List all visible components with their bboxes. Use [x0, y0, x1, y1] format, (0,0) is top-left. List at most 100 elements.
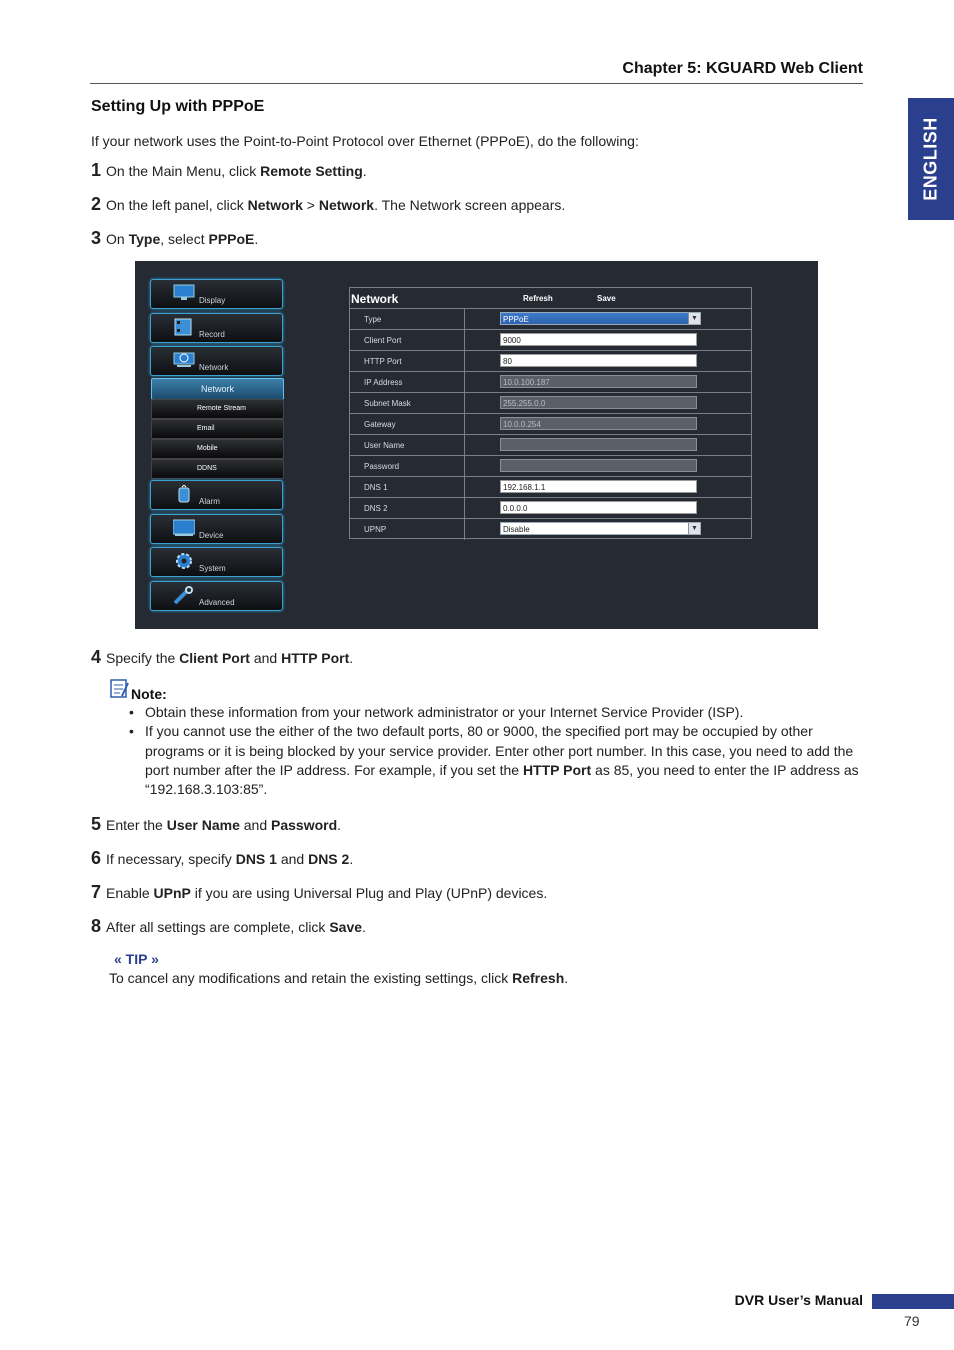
- submenu-email[interactable]: Email: [151, 419, 284, 439]
- upnp-label: UPNP: [364, 525, 387, 534]
- film-icon: [174, 318, 192, 336]
- gateway-input[interactable]: 10.0.0.254: [500, 417, 697, 430]
- step-bold: Type: [128, 231, 161, 247]
- submenu-remote-stream[interactable]: Remote Stream: [151, 399, 284, 419]
- http-port-input[interactable]: 80: [500, 354, 697, 367]
- step-text: and: [239, 817, 272, 833]
- step-4: 4 Specify the Client Port and HTTP Port.: [91, 647, 353, 668]
- row-type: Type PPPoE ▼: [350, 309, 751, 330]
- menu-alarm-button[interactable]: Alarm: [150, 480, 283, 510]
- submenu-network-label: Network: [200, 384, 234, 394]
- step-number: 1: [91, 160, 102, 180]
- menu-advanced-button[interactable]: Advanced: [150, 581, 283, 611]
- step-number: 6: [91, 848, 102, 868]
- save-button[interactable]: Save: [597, 294, 616, 303]
- step-text: .: [349, 650, 354, 666]
- menu-record-button[interactable]: Record: [150, 313, 283, 343]
- monitor-icon: [173, 284, 195, 300]
- step-text: and: [276, 851, 309, 867]
- intro-text: If your network uses the Point-to-Point …: [91, 133, 639, 149]
- step-number: 7: [91, 882, 102, 902]
- dns2-label: DNS 2: [364, 504, 388, 513]
- step-text: . The Network screen appears.: [374, 197, 566, 213]
- row-dns1: DNS 1 192.168.1.1: [350, 477, 751, 498]
- subnet-mask-input[interactable]: 255.255.0.0: [500, 396, 697, 409]
- step-1: 1 On the Main Menu, click Remote Setting.: [91, 160, 367, 181]
- step-text: >: [302, 197, 319, 213]
- submenu-ddns[interactable]: DDNS: [151, 459, 284, 479]
- row-user-name: User Name: [350, 435, 751, 456]
- step-text: On the left panel, click: [106, 197, 248, 213]
- row-http-port: HTTP Port 80: [350, 351, 751, 372]
- refresh-button[interactable]: Refresh: [523, 294, 553, 303]
- device-icon: [173, 519, 195, 536]
- row-subnet-mask: Subnet Mask 255.255.0.0: [350, 393, 751, 414]
- submenu-network[interactable]: Network: [151, 378, 284, 400]
- row-upnp: UPNP Disable ▼: [350, 519, 751, 540]
- section-title: Setting Up with PPPoE: [91, 98, 265, 115]
- step-bold: Client Port: [179, 650, 250, 666]
- note-item: Obtain these information from your netwo…: [127, 703, 862, 723]
- row-ip-address: IP Address 10.0.100.187: [350, 372, 751, 393]
- header-divider: [90, 83, 863, 84]
- chevron-down-icon[interactable]: ▼: [688, 313, 700, 324]
- menu-advanced-label: Advanced: [199, 598, 235, 607]
- submenu-remote-stream-label: Remote Stream: [197, 405, 247, 412]
- menu-system-button[interactable]: System: [150, 547, 283, 577]
- step-bold: HTTP Port: [281, 650, 350, 666]
- step-number: 4: [91, 647, 102, 667]
- wrench-icon: [173, 586, 193, 604]
- row-password: Password: [350, 456, 751, 477]
- client-port-label: Client Port: [364, 336, 402, 345]
- note-text: Obtain these information from your netwo…: [145, 704, 744, 720]
- user-name-input[interactable]: [500, 438, 697, 451]
- menu-display-label: Display: [199, 296, 226, 305]
- step-text: Enable: [106, 885, 154, 901]
- gateway-label: Gateway: [364, 420, 396, 429]
- step-7: 7 Enable UPnP if you are using Universal …: [91, 882, 547, 903]
- type-value: PPPoE: [503, 315, 529, 324]
- step-number: 5: [91, 814, 102, 834]
- network-settings-screenshot: Display Record Network Network Remote St…: [135, 261, 818, 629]
- page-number: 79: [904, 1313, 920, 1329]
- network-panel-header: Network Refresh Save: [350, 288, 751, 309]
- step-text: After all settings are complete, click: [106, 919, 330, 935]
- note-list: Obtain these information from your netwo…: [127, 703, 862, 799]
- type-select[interactable]: PPPoE ▼: [500, 312, 701, 325]
- dns2-input[interactable]: 0.0.0.0: [500, 501, 697, 514]
- step-text: .: [254, 231, 259, 247]
- step-8: 8 After all settings are complete, click …: [91, 916, 366, 937]
- language-tab-label: ENGLISH: [920, 117, 941, 201]
- user-name-label: User Name: [364, 441, 405, 450]
- submenu-mobile[interactable]: Mobile: [151, 439, 284, 459]
- password-input[interactable]: [500, 459, 697, 472]
- client-port-input[interactable]: 9000: [500, 333, 697, 346]
- step-3: 3 On Type, select PPPoE.: [91, 228, 258, 249]
- tip-bold: Refresh: [512, 970, 565, 986]
- dns1-label: DNS 1: [364, 483, 388, 492]
- chevron-down-icon[interactable]: ▼: [688, 523, 700, 534]
- step-5: 5 Enter the User Name and Password.: [91, 814, 341, 835]
- row-dns2: DNS 2 0.0.0.0: [350, 498, 751, 519]
- menu-alarm-label: Alarm: [199, 497, 220, 506]
- step-text: .: [349, 851, 354, 867]
- step-text: If necessary, specify: [106, 851, 236, 867]
- menu-network-button[interactable]: Network: [150, 346, 283, 376]
- step-text: , select: [160, 231, 209, 247]
- step-number: 2: [91, 194, 102, 214]
- ip-address-input[interactable]: 10.0.100.187: [500, 375, 697, 388]
- menu-display-button[interactable]: Display: [150, 279, 283, 309]
- ip-address-label: IP Address: [364, 378, 403, 387]
- step-bold: Password: [271, 817, 338, 833]
- step-bold: DNS 2: [308, 851, 350, 867]
- menu-device-button[interactable]: Device: [150, 514, 283, 544]
- upnp-select[interactable]: Disable ▼: [500, 522, 701, 535]
- menu-record-label: Record: [199, 330, 225, 339]
- footer-accent-bar: [872, 1294, 954, 1309]
- chapter-header: Chapter 5: KGUARD Web Client: [622, 60, 863, 77]
- menu-system-label: System: [199, 564, 226, 573]
- dns1-input[interactable]: 192.168.1.1: [500, 480, 697, 493]
- tip-body: .: [564, 970, 569, 986]
- step-text: .: [337, 817, 342, 833]
- step-bold: Network: [247, 197, 303, 213]
